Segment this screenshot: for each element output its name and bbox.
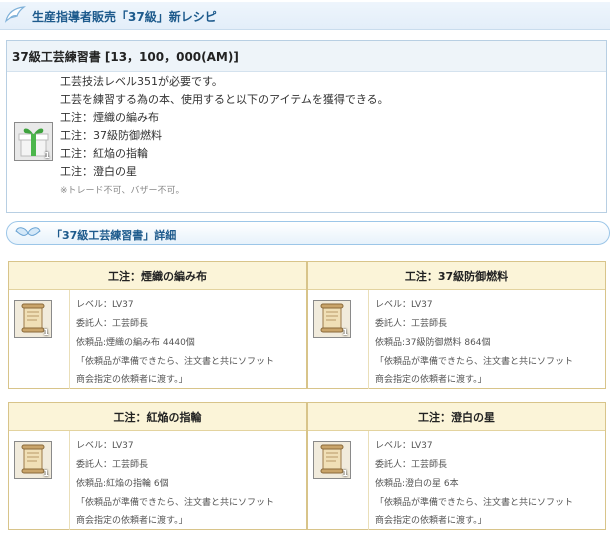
desc-line-5: 工注：紅焔の指輪	[60, 147, 148, 160]
wing-icon	[4, 6, 26, 23]
card-header: 工注：37級防御燃料	[308, 262, 605, 290]
trade-note: ※トレード不可、バザー不可。	[60, 186, 185, 196]
item-panel: 37級工芸練習書 [13，100，000(AM)] 1 工芸技法レベル351が必…	[6, 40, 607, 213]
card-material: 依頼品:紅焔の指輪 6個	[76, 479, 169, 489]
item-count: 1	[44, 151, 50, 160]
card-count: 1	[43, 328, 49, 337]
page-header: 生産指導者販売「37級」新レシピ	[0, 2, 610, 30]
desc-line-2: 工芸を練習する為の本、使用すると以下のアイテムを獲得できる。	[60, 93, 389, 106]
page-title: 生産指導者販売「37級」新レシピ	[32, 10, 217, 24]
card-quote-line-2: 商会指定の依頼者に渡す。」	[375, 375, 487, 385]
card-title: 工注：紅焔の指輪	[113, 411, 202, 424]
card-divider	[69, 290, 70, 389]
card-quote-line-1: 「依頼品が準備できたら、注文書と共にソフット	[375, 357, 574, 367]
recipe-card: 工注：紅焔の指輪 1 レベル：LV37 委託人：工芸師長 依頼品:紅焔の指輪 6…	[8, 402, 307, 530]
card-client: 委託人：工芸師長	[76, 460, 149, 470]
item-title: 37級工芸練習書 [13，100，000(AM)]	[12, 50, 239, 64]
card-quote-line-2: 商会指定の依頼者に渡す。」	[76, 375, 188, 385]
desc-line-3: 工注：煙織の編み布	[60, 111, 159, 124]
card-quote-line-1: 「依頼品が準備できたら、注文書と共にソフット	[76, 357, 275, 367]
card-title: 工注：澄白の星	[418, 411, 495, 424]
card-quote-line-2: 商会指定の依頼者に渡す。」	[76, 516, 188, 526]
card-header: 工注：紅焔の指輪	[9, 403, 306, 431]
detail-title: 「37級工芸練習書」詳細	[51, 229, 177, 242]
desc-line-6: 工注：澄白の星	[60, 165, 137, 178]
card-client: 委託人：工芸師長	[375, 460, 448, 470]
card-quote-line-1: 「依頼品が準備できたら、注文書と共にソフット	[375, 498, 574, 508]
card-client: 委託人：工芸師長	[76, 319, 149, 329]
card-level: レベル：LV37	[375, 300, 433, 310]
gift-box-icon[interactable]: 1	[14, 122, 53, 161]
card-count: 1	[43, 469, 49, 478]
card-material: 依頼品:澄白の星 6本	[375, 479, 459, 489]
scroll-icon[interactable]: 1	[313, 441, 351, 479]
scroll-icon[interactable]: 1	[14, 441, 52, 479]
card-count: 1	[342, 328, 348, 337]
wings-icon	[15, 227, 41, 236]
card-level: レベル：LV37	[375, 441, 433, 451]
card-client: 委託人：工芸師長	[375, 319, 448, 329]
card-level: レベル：LV37	[76, 300, 134, 310]
card-quote-line-1: 「依頼品が準備できたら、注文書と共にソフット	[76, 498, 275, 508]
card-divider	[368, 290, 369, 389]
card-title: 工注：煙織の編み布	[108, 270, 207, 283]
card-material: 依頼品:煙織の編み布 4440個	[76, 338, 195, 348]
scroll-icon[interactable]: 1	[313, 300, 351, 338]
card-divider	[368, 431, 369, 530]
card-divider	[69, 431, 70, 530]
detail-section-header: 「37級工芸練習書」詳細	[6, 221, 610, 245]
item-panel-header: 37級工芸練習書 [13，100，000(AM)]	[7, 41, 606, 72]
card-material: 依頼品:37級防御燃料 864個	[375, 338, 491, 348]
card-header: 工注：煙織の編み布	[9, 262, 306, 290]
recipe-card: 工注：煙織の編み布 1 レベル：LV37 委託人：工芸師長 依頼品:煙織の編み布…	[8, 261, 307, 389]
desc-line-1: 工芸技法レベル351が必要です。	[60, 75, 223, 88]
scroll-icon[interactable]: 1	[14, 300, 52, 338]
card-count: 1	[342, 469, 348, 478]
card-level: レベル：LV37	[76, 441, 134, 451]
card-title: 工注：37級防御燃料	[404, 270, 509, 283]
recipe-card: 工注：澄白の星 1 レベル：LV37 委託人：工芸師長 依頼品:澄白の星 6本 …	[307, 402, 606, 530]
card-header: 工注：澄白の星	[308, 403, 605, 431]
card-quote-line-2: 商会指定の依頼者に渡す。」	[375, 516, 487, 526]
recipe-card: 工注：37級防御燃料 1 レベル：LV37 委託人：工芸師長 依頼品:37級防御…	[307, 261, 606, 389]
desc-line-4: 工注：37級防御燃料	[60, 129, 162, 142]
